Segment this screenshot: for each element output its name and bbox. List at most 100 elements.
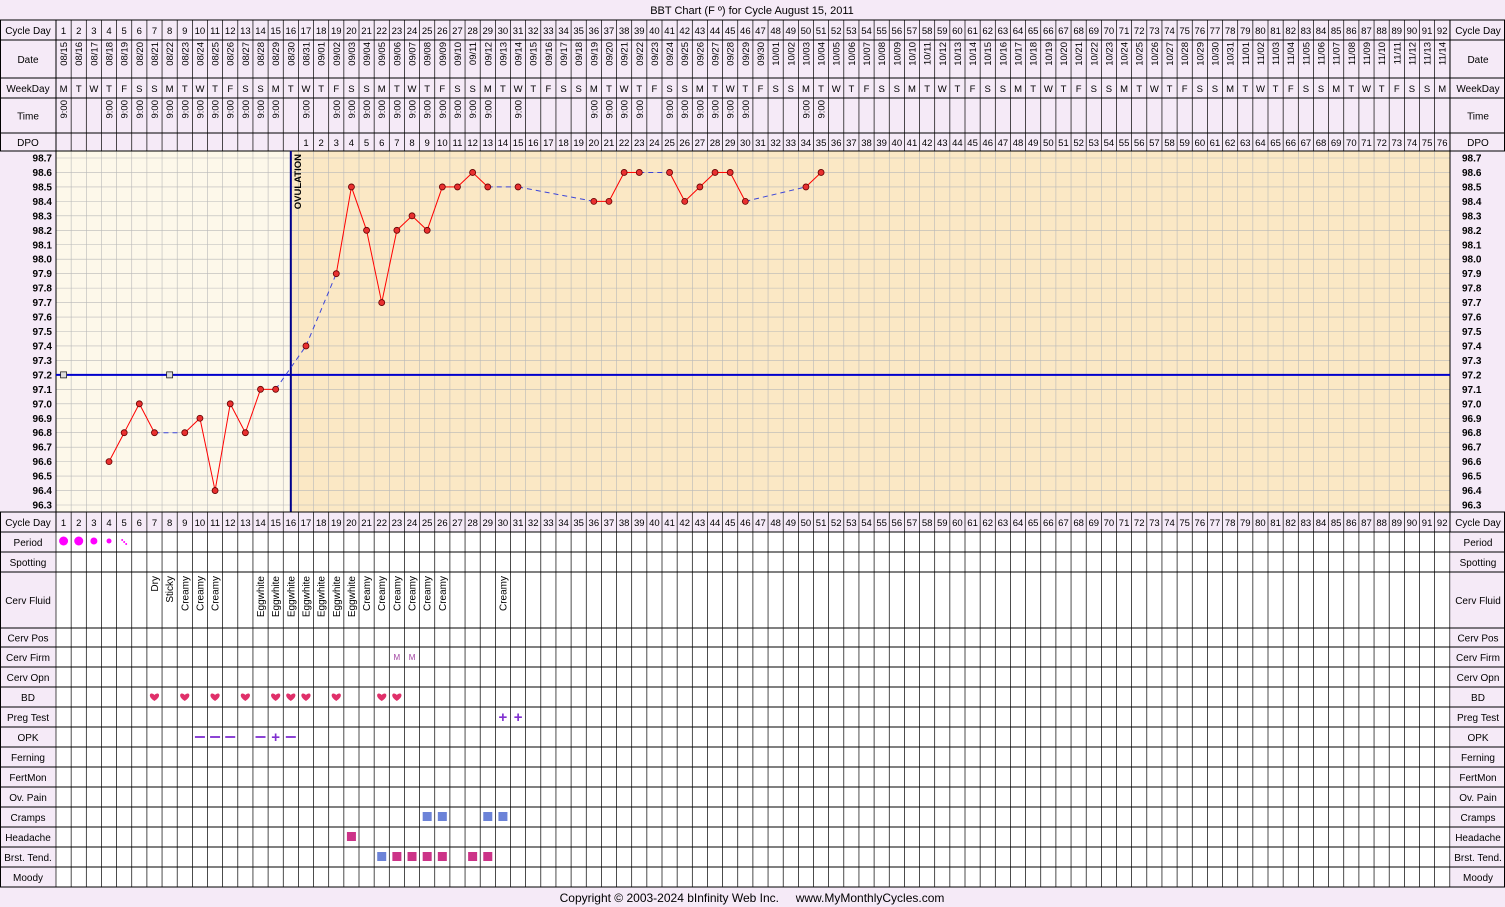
y-tick-label-left: 98.2 (33, 226, 53, 237)
cerv-fluid-entry: Sticky (165, 576, 176, 603)
date-label: 10/27 (1165, 42, 1176, 66)
date-label: 08/20 (135, 42, 146, 66)
dpo-label: 43 (937, 138, 948, 149)
cycle-day-label: 49 (785, 26, 796, 37)
breast-tenderness-marker (392, 852, 402, 861)
y-tick-label-left: 98.3 (33, 211, 53, 222)
weekday-label: T (1136, 84, 1142, 95)
cycle-day-label: 10 (195, 26, 206, 37)
copyright-text[interactable]: Copyright © 2003-2024 bInfinity Web Inc.… (560, 891, 945, 905)
cycle-day-label: 8 (167, 26, 172, 37)
date-label: 10/18 (1029, 42, 1040, 66)
dpo-label: 23 (634, 138, 645, 149)
bottom-cycle-day-label: 71 (1119, 518, 1130, 529)
cycle-day-label: 50 (801, 26, 812, 37)
date-label: 10/22 (1089, 42, 1100, 66)
temp-point (726, 169, 734, 176)
weekday-label: W (1256, 84, 1265, 95)
cycle-day-label: 6 (137, 26, 142, 37)
excluded-temp-point (166, 371, 174, 379)
bottom-cycle-day-label: 55 (876, 518, 887, 529)
bottom-cycle-day-label: 64 (1013, 518, 1024, 529)
cycle-day-label: 40 (649, 26, 660, 37)
cycle-day-label: 72 (1134, 26, 1145, 37)
date-label: 10/21 (1074, 42, 1085, 66)
bottom-cycle-day-label: 4 (106, 518, 111, 529)
y-tick-label-right: 98.7 (1462, 154, 1482, 165)
cycle-day-label: 30 (498, 26, 509, 37)
dpo-label: 72 (1376, 138, 1387, 149)
bottom-cycle-day-label: 81 (1270, 518, 1281, 529)
cycle-day-label: 18 (316, 26, 327, 37)
date-label: 11/10 (1377, 42, 1388, 65)
time-label: 9:00 (620, 100, 631, 119)
weekday-label: F (652, 84, 658, 95)
weekday-label: S (894, 84, 900, 95)
weekday-label: T (182, 84, 188, 95)
row-label-left-ov_pain: Ov. Pain (9, 793, 47, 804)
date-label: 10/24 (1120, 42, 1131, 66)
dpo-label: 21 (604, 138, 615, 149)
dpo-label: 3 (334, 138, 339, 149)
time-label: 9:00 (665, 100, 676, 119)
time-label: 9:00 (438, 100, 449, 119)
dpo-label: 31 (755, 138, 766, 149)
weekday-label: S (985, 84, 991, 95)
date-label: 10/08 (877, 42, 888, 66)
bottom-cycle-day-label: 24 (407, 518, 418, 529)
y-tick-label-left: 96.3 (33, 501, 53, 512)
date-label: 09/18 (574, 42, 585, 66)
bottom-cycle-day-label: 43 (695, 518, 706, 529)
weekday-label: T (1030, 84, 1036, 95)
temp-point (469, 169, 477, 176)
bottom-cycle-day-label: 19 (331, 518, 342, 529)
bottom-cycle-day-label: 86 (1346, 518, 1357, 529)
time-label: 9:00 (211, 100, 222, 119)
bottom-cycle-day-label: 34 (558, 518, 569, 529)
date-label: 08/26 (226, 42, 237, 66)
bottom-cycle-day-label: 89 (1391, 518, 1402, 529)
bottom-cycle-day-label: 10 (195, 518, 206, 529)
cycle-day-label: 22 (376, 26, 387, 37)
weekday-label: T (1348, 84, 1354, 95)
temp-point (802, 183, 810, 191)
dpo-label: 57 (1149, 138, 1160, 149)
date-label: 09/19 (589, 42, 600, 66)
dpo-label: 54 (1104, 138, 1115, 149)
date-label: 10/17 (1014, 42, 1025, 66)
cycle-day-label: 7 (152, 26, 157, 37)
weekday-label: S (1197, 84, 1203, 95)
date-label: 09/02 (332, 42, 343, 66)
date-label: 09/27 (711, 42, 722, 66)
date-label: 10/23 (1104, 42, 1115, 66)
dpo-label: 42 (922, 138, 933, 149)
weekday-label: T (818, 84, 824, 95)
bottom-cycle-day-label: 63 (998, 518, 1009, 529)
cycle-day-label: 78 (1225, 26, 1236, 37)
bottom-cycle-day-label: 15 (270, 518, 281, 529)
bbt-chart-page: Cycle Day Cycle Day Date Date WeekDay WeekDay… (0, 0, 1505, 907)
date-label: 09/28 (726, 42, 737, 66)
cycle-day-label: 77 (1210, 26, 1221, 37)
bottom-cycle-day-label: 31 (513, 518, 524, 529)
weekday-label: T (76, 84, 82, 95)
weekday-label: M (484, 84, 492, 95)
date-label: 10/28 (1180, 42, 1191, 66)
weekday-label: F (545, 84, 551, 95)
time-label: 9:00 (408, 100, 419, 119)
dpo-label: 62 (1225, 138, 1236, 149)
cramps-marker (498, 812, 508, 821)
date-label: 10/26 (1150, 42, 1161, 66)
date-label: 10/05 (832, 42, 843, 66)
y-tick-label-right: 97.3 (1462, 356, 1482, 367)
dpo-label: 18 (558, 138, 569, 149)
dpo-label: 55 (1119, 138, 1130, 149)
weekday-label: T (924, 84, 930, 95)
date-label: 11/08 (1347, 42, 1358, 65)
date-label: 10/12 (938, 42, 949, 66)
temp-point (408, 212, 416, 220)
cycle-day-label: 54 (861, 26, 872, 37)
bottom-cycle-day-label: 9 (182, 518, 187, 529)
y-tick-label-left: 96.4 (33, 486, 53, 497)
bottom-cycle-day-label: 85 (1331, 518, 1342, 529)
